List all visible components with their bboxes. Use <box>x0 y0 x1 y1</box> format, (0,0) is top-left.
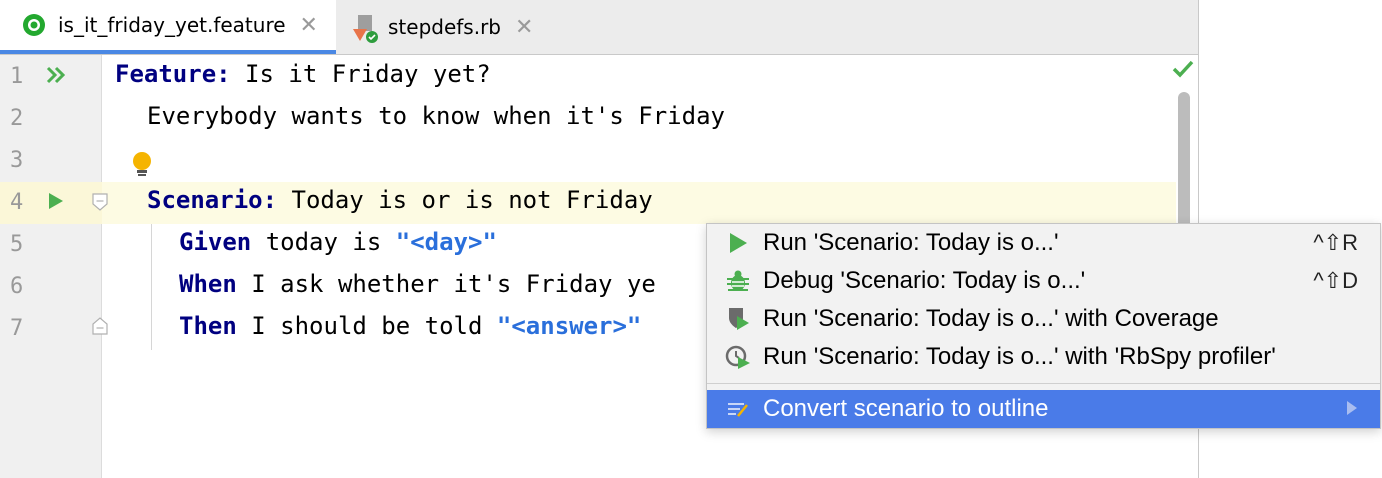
tab-label: stepdefs.rb <box>388 15 501 39</box>
line-number: 2 <box>10 106 24 131</box>
menu-item-label: Convert scenario to outline <box>763 395 1049 422</box>
fold-icon[interactable] <box>92 193 108 215</box>
tab-label: is_it_friday_yet.feature <box>58 13 286 37</box>
code-text: I should be told <box>236 312 497 340</box>
run-context-popup: Run 'Scenario: Today is o...' ^⇧R Debug … <box>706 223 1381 429</box>
string-literal: "<day>" <box>395 228 497 256</box>
keyword: Feature: <box>115 60 231 88</box>
run-all-icon[interactable] <box>46 66 66 88</box>
line-number: 7 <box>10 316 24 341</box>
gutter: 1 2 3 4 5 6 7 <box>0 55 108 478</box>
string-literal: "<answer>" <box>496 312 642 340</box>
shortcut: ^⇧R <box>1313 230 1358 255</box>
menu-item-debug[interactable]: Debug 'Scenario: Today is o...' ^⇧D <box>707 262 1380 300</box>
debug-icon <box>725 268 751 294</box>
tab-bar: is_it_friday_yet.feature ✕ stepdefs.rb ✕ <box>0 0 1198 55</box>
ruby-file-icon <box>352 15 378 43</box>
fold-end-icon[interactable] <box>92 317 108 339</box>
menu-item-convert-to-outline[interactable]: Convert scenario to outline <box>707 390 1380 428</box>
code-line-4[interactable]: Scenario: Today is or is not Friday <box>147 186 653 214</box>
menu-item-label: Run 'Scenario: Today is o...' with 'RbSp… <box>763 343 1276 370</box>
intention-bulb-icon[interactable] <box>130 150 154 184</box>
close-icon[interactable]: ✕ <box>515 15 533 40</box>
code-text: Is it Friday yet? <box>230 60 491 88</box>
keyword: Given <box>179 228 252 256</box>
keyword: When <box>179 270 237 298</box>
line-number: 3 <box>10 148 24 173</box>
coverage-icon <box>725 306 751 332</box>
tab-stepdefs-rb[interactable]: stepdefs.rb ✕ <box>336 0 566 54</box>
menu-item-label: Run 'Scenario: Today is o...' with Cover… <box>763 305 1219 332</box>
menu-item-label: Run 'Scenario: Today is o...' <box>763 229 1059 256</box>
menu-item-run[interactable]: Run 'Scenario: Today is o...' ^⇧R <box>707 224 1380 262</box>
keyword: Then <box>179 312 237 340</box>
code-text: Everybody wants to know when it's Friday <box>147 102 725 130</box>
line-number: 1 <box>10 64 24 89</box>
indent-guide <box>151 224 152 350</box>
code-text: Today is or is not Friday <box>277 186 653 214</box>
tab-is-it-friday-yet-feature[interactable]: is_it_friday_yet.feature ✕ <box>0 0 336 54</box>
shortcut: ^⇧D <box>1313 268 1358 293</box>
keyword: Scenario: <box>147 186 278 214</box>
code-text: I ask whether it's Friday ye <box>236 270 656 298</box>
code-line-5[interactable]: Given today is "<day>" <box>179 228 497 256</box>
cucumber-icon <box>22 13 46 37</box>
run-icon <box>725 230 751 256</box>
convert-icon <box>725 396 751 422</box>
profiler-icon <box>725 344 751 370</box>
close-icon[interactable]: ✕ <box>300 13 318 38</box>
code-line-2[interactable]: Everybody wants to know when it's Friday <box>147 102 725 130</box>
run-scenario-icon[interactable] <box>48 192 64 214</box>
code-line-6[interactable]: When I ask whether it's Friday ye <box>179 270 656 298</box>
code-line-1[interactable]: Feature: Is it Friday yet? <box>115 60 491 88</box>
menu-item-run-with-coverage[interactable]: Run 'Scenario: Today is o...' with Cover… <box>707 300 1380 338</box>
code-line-7[interactable]: Then I should be told "<answer>" <box>179 312 641 340</box>
code-text: today is <box>251 228 396 256</box>
menu-item-label: Debug 'Scenario: Today is o...' <box>763 267 1086 294</box>
checkmark-icon <box>1172 60 1194 82</box>
menu-separator <box>707 383 1380 384</box>
line-number: 4 <box>10 190 24 215</box>
submenu-arrow-icon <box>1346 395 1358 423</box>
line-number: 5 <box>10 232 24 257</box>
line-number: 6 <box>10 274 24 299</box>
menu-item-run-with-profiler[interactable]: Run 'Scenario: Today is o...' with 'RbSp… <box>707 338 1380 376</box>
